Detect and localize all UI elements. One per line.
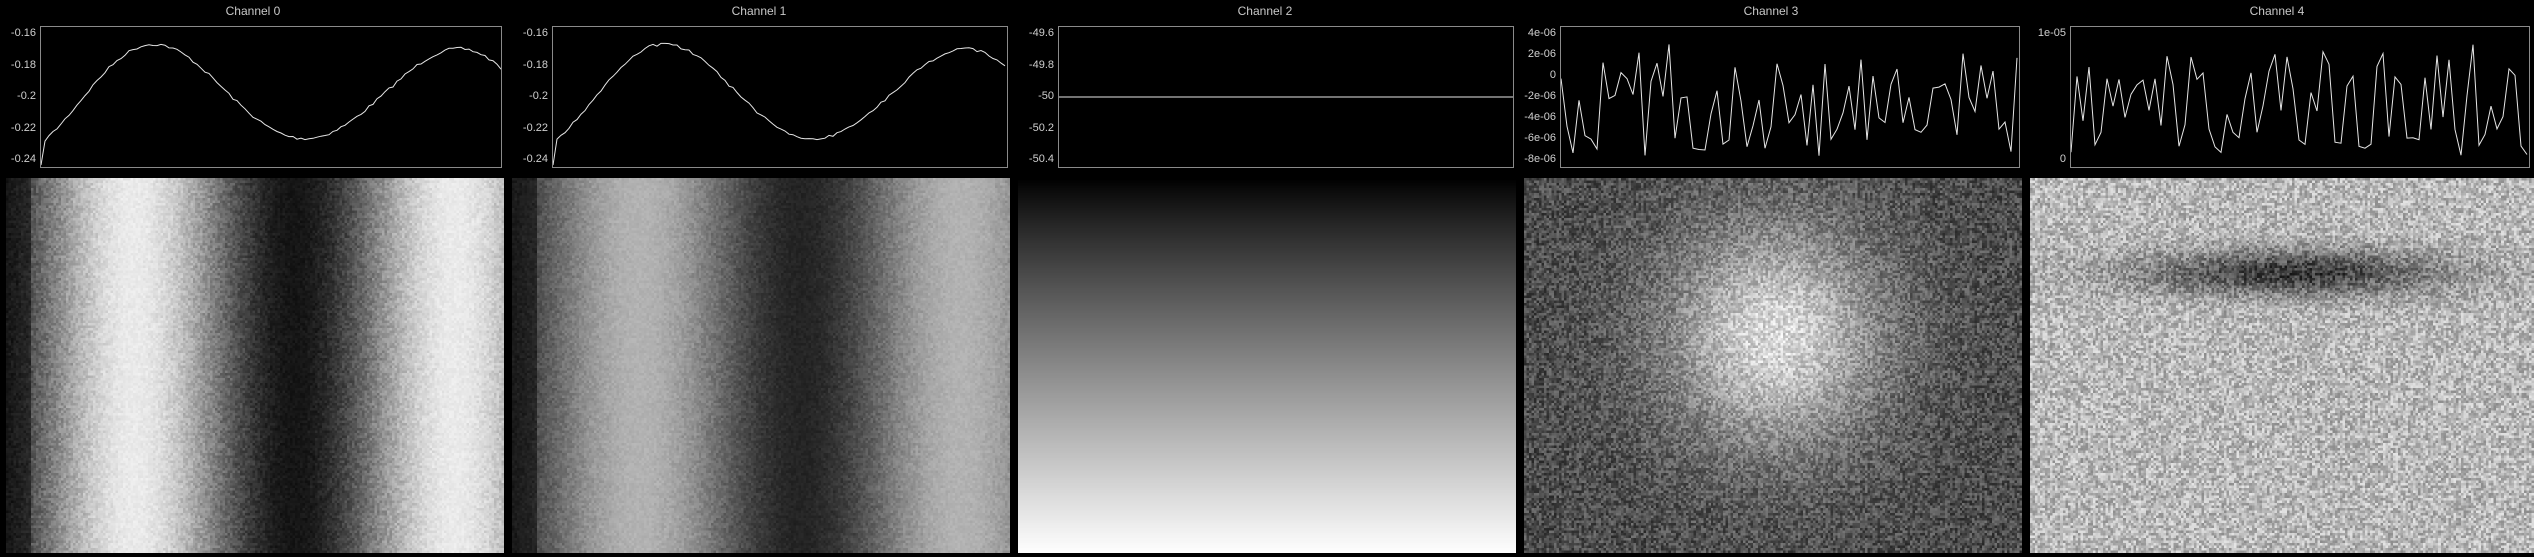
y-tick-label: 0 (2059, 153, 2066, 165)
y-tick-label: -49.6 (1028, 27, 1054, 39)
y-tick-label: -0.18 (522, 58, 548, 71)
y-tick-label: -4e-06 (1524, 111, 1556, 123)
channel-title: Channel 4 (2249, 4, 2305, 18)
channel-image (6, 178, 504, 553)
y-tick-label: -0.18 (10, 58, 36, 71)
y-tick-label: 4e-06 (1527, 27, 1556, 39)
channel-title: Channel 0 (225, 4, 281, 18)
y-tick-label: -0.22 (10, 121, 36, 134)
y-tick-label: -50 (1038, 90, 1054, 102)
channel-panel-1: Channel 1 -0.16 -0.18 -0.2 -0.22 -0.24 (506, 0, 1012, 557)
channel-image (1018, 178, 1516, 553)
y-tick-label: -0.16 (522, 27, 548, 39)
y-tick-label: -6e-06 (1524, 132, 1556, 144)
channel-panel-0: Channel 0 -0.16 -0.18 -0.2 -0.22 -0.24 (0, 0, 506, 557)
signal-plot (2070, 26, 2530, 168)
channel-title: Channel 1 (731, 4, 787, 18)
signal-plot (1560, 26, 2020, 168)
y-tick-label: 1e-05 (2037, 27, 2066, 39)
y-tick-label: 0 (1549, 69, 1556, 81)
signal-plot (1058, 26, 1514, 168)
channel-title: Channel 3 (1743, 4, 1799, 18)
channel-panel-2: Channel 2 -49.6 -49.8 -50 -50.2 -50.4 (1012, 0, 1518, 557)
channel-panel-4: Channel 4 1e-05 0 (2024, 0, 2534, 557)
y-tick-label: -8e-06 (1524, 153, 1556, 165)
y-tick-label: -0.24 (10, 153, 36, 165)
signal-line (1059, 96, 1513, 98)
channel-image (512, 178, 1010, 553)
y-tick-label: -50.4 (1028, 153, 1054, 165)
y-tick-label: -2e-06 (1524, 90, 1556, 102)
signal-line (2071, 44, 2528, 156)
y-tick-label: -0.16 (10, 27, 36, 39)
y-tick-label: -50.2 (1028, 121, 1054, 134)
signal-line (1561, 44, 2018, 156)
y-tick-label: -49.8 (1028, 58, 1054, 71)
y-tick-label: -0.22 (522, 121, 548, 134)
channel-image (2030, 178, 2534, 553)
y-tick-label: -0.2 (529, 90, 548, 102)
signal-line (553, 42, 1006, 166)
y-tick-label: -0.2 (17, 90, 36, 102)
channel-image (1524, 178, 2022, 553)
signal-plot (552, 26, 1008, 168)
channel-panel-3: Channel 3 4e-06 2e-06 0 -2e-06 -4e-06 -6e-06 -… (1518, 0, 2024, 557)
y-tick-label: -0.24 (522, 153, 548, 165)
channel-title: Channel 2 (1237, 4, 1293, 18)
signal-line (41, 43, 501, 166)
y-tick-label: 2e-06 (1527, 48, 1556, 60)
signal-plot (40, 26, 502, 168)
